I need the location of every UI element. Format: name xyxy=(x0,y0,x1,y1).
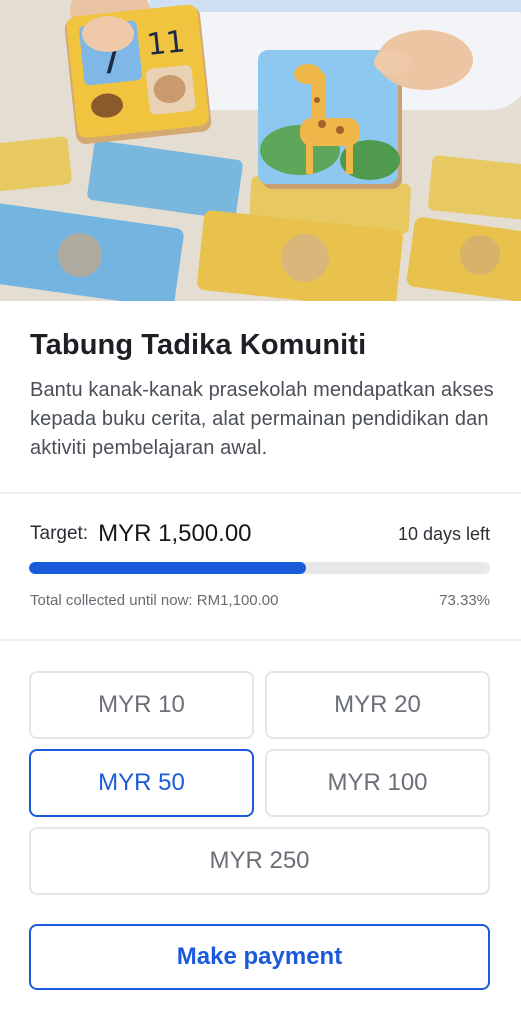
amount-option-20[interactable]: MYR 20 xyxy=(265,671,490,739)
campaign-description: Bantu kanak-kanak prasekolah mendapatkan… xyxy=(30,379,494,459)
amount-option-10[interactable]: MYR 10 xyxy=(29,671,254,739)
target-label: Target: xyxy=(30,523,89,544)
collected-percent: 73.33% xyxy=(439,591,490,609)
make-payment-button[interactable]: Make payment xyxy=(29,924,490,990)
section-divider xyxy=(0,492,521,494)
target-row: Target: MYR 1,500.00 10 days left xyxy=(30,516,490,552)
amount-option-100[interactable]: MYR 100 xyxy=(265,749,490,817)
campaign-hero-image: 7 11 xyxy=(0,0,521,301)
section-divider xyxy=(0,639,521,641)
target-amount: MYR 1,500.00 xyxy=(98,520,252,547)
donation-page: 7 11 Tabung Tadika Komuniti Bantu kanak-… xyxy=(0,0,521,1021)
days-left: 10 days left xyxy=(397,523,490,544)
puzzle-illustration: 7 11 xyxy=(0,0,521,301)
amount-option-250[interactable]: MYR 250 xyxy=(29,827,490,895)
campaign-info: Tabung Tadika Komuniti Bantu kanak-kanak… xyxy=(30,326,494,463)
collected-amount: Total collected until now: RM1,100.00 xyxy=(30,591,279,609)
svg-text:11: 11 xyxy=(145,24,187,63)
campaign-title: Tabung Tadika Komuniti xyxy=(30,329,367,361)
collected-row: Total collected until now: RM1,100.00 73… xyxy=(30,589,490,611)
funding-progress-fill xyxy=(29,562,306,574)
amount-option-50[interactable]: MYR 50 xyxy=(29,749,254,817)
funding-progress-bar xyxy=(29,562,490,574)
